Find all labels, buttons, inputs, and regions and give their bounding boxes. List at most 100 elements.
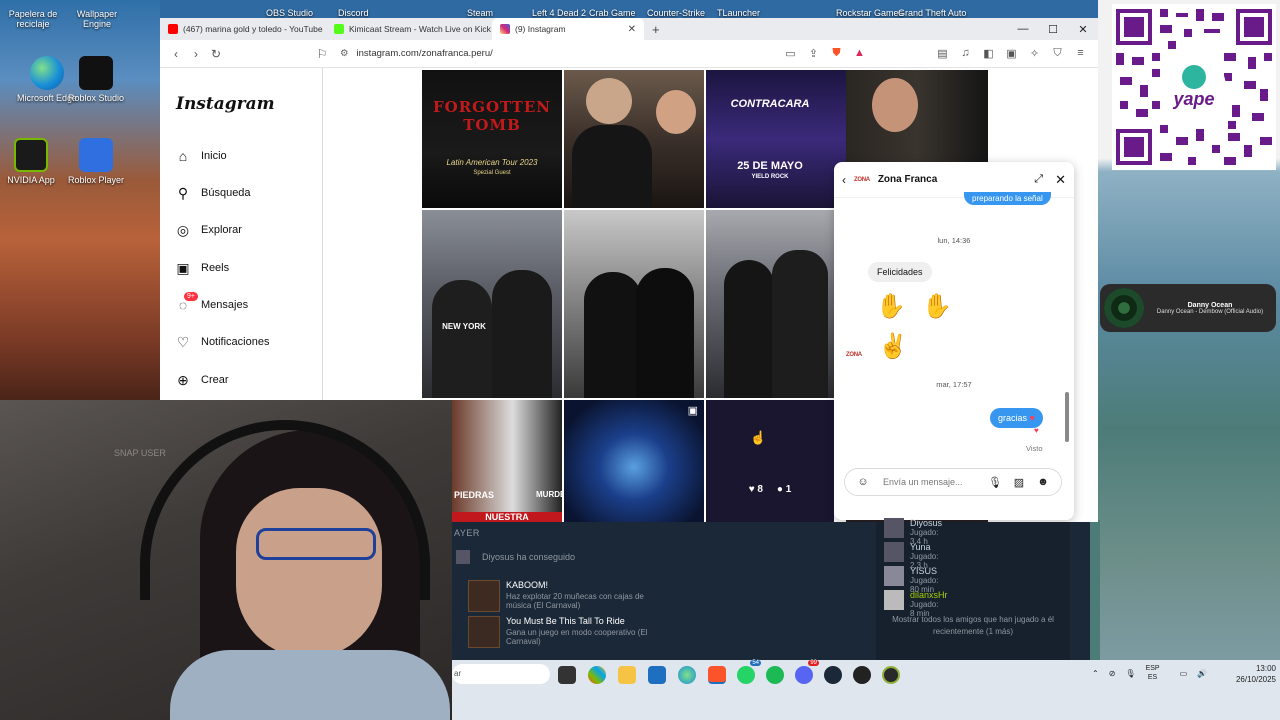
reload-icon[interactable]: ↻ [206,47,226,61]
post-tile[interactable] [706,210,834,398]
music-widget[interactable]: Danny Ocean Danny Ocean - Dembow (Offici… [1100,284,1276,332]
post-tile[interactable]: PIEDRAS MURDE NUESTRA [452,400,562,522]
close-window-button[interactable]: ✕ [1068,23,1098,36]
spotify-icon[interactable] [766,666,784,684]
sidebar-item-busqueda[interactable]: ⚲ Búsqueda [174,182,251,204]
tab-kick[interactable]: Kimicaat Stream - Watch Live on Kick [326,18,492,40]
desktop-icon-obs[interactable]: OBS Studio [266,8,313,18]
scrollbar-thumb[interactable] [1065,392,1069,442]
desktop-icon-recycle-bin[interactable]: Papelera de reciclaje [0,0,70,29]
desktop-icon-discord[interactable]: Discord [338,8,369,18]
tab-youtube[interactable]: (467) marina gold y toledo - YouTube [160,18,326,40]
share-icon[interactable]: ⇪ [802,47,825,60]
tab-instagram[interactable]: (9) Instagram ✕ [492,18,644,40]
microphone-icon[interactable]: 🎙 [983,476,1007,489]
roblox-player-icon [79,138,113,172]
desktop-icon-nvidia[interactable]: NVIDIA App [0,138,66,185]
cast-icon[interactable]: ▭ [779,47,802,60]
tray-language[interactable]: ESP ES [1146,664,1170,682]
sidebar-item-notificaciones[interactable]: ♡ Notificaciones [174,331,270,353]
discord-taskbar-icon[interactable]: 99 [795,660,819,684]
sidebar-item-inicio[interactable]: ⌂ Inicio [174,145,227,167]
search-icon: ⚲ [177,184,189,201]
brave-rewards-icon[interactable]: ▲ [848,47,871,60]
tray-network-icon[interactable]: ⊘ [1109,669,1116,678]
desktop-icon-gta[interactable]: Grand Theft Auto [898,8,966,18]
music-icon[interactable]: ♫ [954,47,977,60]
tray-mic-icon[interactable]: 🎙 [1125,669,1135,678]
post-tile[interactable] [846,70,988,162]
desktop-icon-steam[interactable]: Steam [467,8,493,18]
file-explorer-icon[interactable] [618,666,636,684]
tray-chevron-icon[interactable]: ⌃ [1092,669,1099,678]
post-tile[interactable]: ▣ [564,400,704,522]
post-tile-hover[interactable]: ♥ 8 ● 1 ☝ [706,400,834,522]
desktop-icon-l4d2[interactable]: Left 4 Dead 2 [532,8,586,18]
sidebar-item-reels[interactable]: ▣ Reels [174,257,229,279]
emoji-icon[interactable]: ☺ [851,476,875,488]
new-tab-button[interactable]: + [644,22,668,37]
desktop-icon-rockstar[interactable]: Rockstar Games [836,8,903,18]
desktop-icon-roblox-studio[interactable]: Roblox Studio [61,56,131,103]
reader-icon[interactable]: ▤ [931,47,954,60]
sidebar-item-mensajes[interactable]: ◌ 9+ Mensajes [174,292,248,316]
task-view-icon[interactable] [558,666,576,684]
friend-avatar [884,590,904,610]
sidebar-item-crear[interactable]: ⊕ Crear [174,369,228,391]
brave-taskbar-icon[interactable] [708,666,726,684]
chat-scrollbar[interactable] [1065,202,1070,452]
close-chat-icon[interactable]: ✕ [1055,172,1066,188]
friend-activity[interactable]: Diyosus ha conseguido [482,552,575,562]
ai-icon[interactable]: ✧ [1023,47,1046,60]
tray-volume-icon[interactable]: 🔊 [1197,669,1207,678]
wallet-icon[interactable]: ▣ [1000,47,1023,60]
desktop-icon-crab-game[interactable]: Crab Game [589,8,636,18]
obs-taskbar-icon[interactable] [853,666,871,684]
image-icon[interactable]: ▨ [1007,476,1031,489]
instagram-logo[interactable]: Instagram [176,94,275,114]
bookmark-icon[interactable]: ⚐ [312,47,332,61]
message-bubble-out[interactable]: gracias ♥ [990,408,1043,428]
post-tile[interactable]: CONTRACARA 25 DE MAYO YIELD ROCK [706,70,846,208]
taskbar-search[interactable]: ar [452,664,550,684]
sticker-icon[interactable]: ☻ [1031,476,1055,488]
maximize-button[interactable]: ☐ [1038,23,1068,36]
desktop-icon-tlauncher[interactable]: TLauncher [717,8,760,18]
show-all-friends-link[interactable]: Mostrar todos los amigos que han jugado … [876,614,1070,638]
menu-icon[interactable]: ≡ [1069,47,1092,60]
desktop-icon-counter-strike[interactable]: Counter-Strike [647,8,705,18]
taskbar-clock[interactable]: 13:00 26/10/2025 [1220,663,1276,685]
vpn-icon[interactable]: ⛉ [1046,47,1069,60]
brave-shield-icon[interactable]: ⛊ [825,47,848,60]
whatsapp-icon[interactable]: 54 [737,660,761,684]
desktop-icon-roblox-player[interactable]: Roblox Player [61,138,131,185]
back-arrow-icon[interactable]: ‹ [842,173,846,187]
edge-taskbar-icon[interactable] [678,666,696,684]
sidebar-item-explorar[interactable]: ◎ Explorar [174,219,242,241]
post-tile[interactable] [564,70,704,208]
minimize-button[interactable]: — [1008,23,1038,36]
steam-taskbar-icon[interactable] [824,666,842,684]
message-bubble-out-partial[interactable]: preparando la señal [964,192,1051,205]
zona-franca-avatar[interactable]: ZONA [854,177,870,183]
post-tile[interactable]: NEW YORK [422,210,562,398]
sidebar-icon[interactable]: ◧ [977,47,1000,60]
rock-hand-icon: ✌ [878,333,908,360]
tray-display-icon[interactable]: ▭ [1180,669,1188,678]
copilot-icon[interactable] [588,666,606,684]
post-tile[interactable] [564,210,704,398]
post-tile[interactable]: FORGOTTEN TOMB Latin American Tour 2023 … [422,70,562,208]
forward-icon[interactable]: › [186,47,206,61]
message-bubble-in[interactable]: Felicidades [868,262,932,282]
site-settings-icon[interactable]: ⚙ [340,48,349,59]
chat-contact-name[interactable]: Zona Franca [878,174,937,185]
message-input[interactable]: ☺ Envía un mensaje... 🎙 ▨ ☻ [844,468,1062,496]
xbox-app-icon[interactable] [882,666,900,684]
back-icon[interactable]: ‹ [166,47,186,61]
person-silhouette [584,272,642,398]
close-tab-icon[interactable]: ✕ [628,24,636,35]
desktop-icon-wallpaper-engine[interactable]: Wallpaper Engine [62,0,132,29]
url-field[interactable]: ⚙ instagram.com/zonafranca.peru/ [340,48,493,59]
expand-icon[interactable]: ⤢ [1034,173,1043,186]
store-icon[interactable] [648,666,666,684]
